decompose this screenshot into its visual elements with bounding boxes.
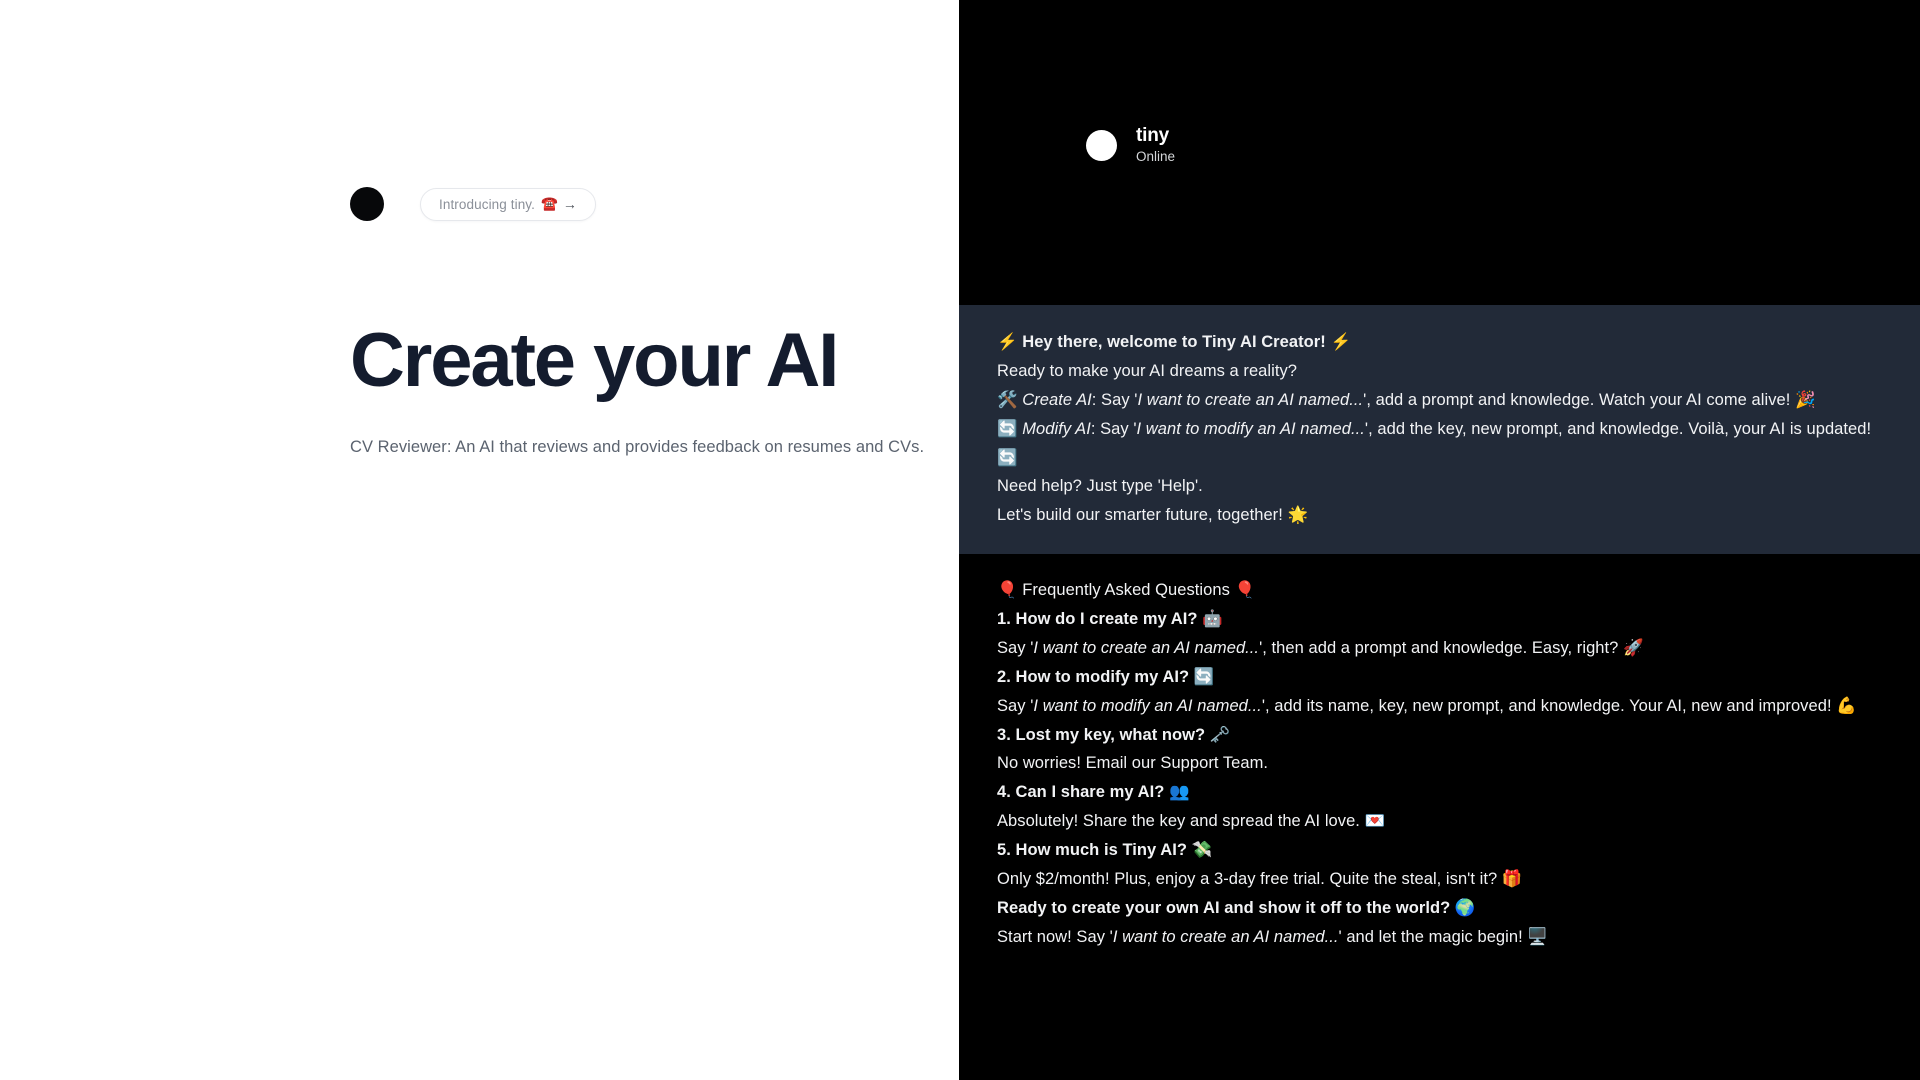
message-line: No worries! Email our Support Team.: [997, 754, 1269, 773]
chat-bot-name: tiny: [1136, 125, 1169, 146]
message-line: Need help? Just type 'Help'.: [997, 477, 1203, 496]
message-line: Ready to make your AI dreams a reality?: [997, 361, 1298, 380]
message-line: Only $2/month! Plus, enjoy a 3-day free …: [997, 869, 1523, 888]
badge-label: Introducing tiny.: [439, 196, 536, 212]
status-badge: Online: [1136, 148, 1176, 164]
chat-panel: tiny Online ⚡ Hey there, welcome to Tiny…: [959, 0, 1920, 1080]
message-line: Say 'I want to create an AI named...', t…: [997, 638, 1644, 657]
message-line: ⚡ Hey there, welcome to Tiny AI Creator!…: [997, 333, 1352, 351]
message-line: Say 'I want to modify an AI named...', a…: [997, 696, 1857, 715]
message-line: Let's build our smarter future, together…: [997, 506, 1309, 525]
chat-header: tiny Online: [959, 0, 1920, 305]
chat-identity-text: tiny Online: [1136, 125, 1175, 165]
introducing-tiny-badge[interactable]: Introducing tiny. ☎️ →: [420, 187, 596, 221]
message-faq: 🎈 Frequently Asked Questions 🎈 1. How do …: [959, 554, 1920, 952]
chat-identity: tiny Online: [1086, 125, 1175, 165]
message-line: Absolutely! Share the key and spread the…: [997, 812, 1386, 831]
hero-panel: Introducing tiny. ☎️ → Create your AI CV…: [0, 0, 959, 1080]
message-line: Ready to create your own AI and show it …: [997, 898, 1476, 917]
message-line: 5. How much is Tiny AI? 💸: [997, 841, 1213, 859]
arrow-right-icon: →: [562, 196, 577, 212]
message-line: 4. Can I share my AI? 👥: [997, 783, 1190, 802]
message-line: Start now! Say 'I want to create an AI n…: [997, 927, 1548, 946]
message-welcome: ⚡ Hey there, welcome to Tiny AI Creator!…: [959, 305, 1920, 555]
message-line: 1. How do I create my AI? 🤖: [997, 610, 1223, 628]
message-line: 🛠️ Create AI: Say 'I want to create an A…: [997, 390, 1816, 409]
message-line: 🔄 Modify AI: Say 'I want to modify an AI…: [997, 419, 1872, 467]
page-title: Create your AI: [350, 318, 839, 403]
message-welcome-body: ⚡ Hey there, welcome to Tiny AI Creator!…: [959, 328, 1920, 530]
telephone-icon: ☎️: [541, 196, 558, 212]
page-subtitle: CV Reviewer: An AI that reviews and prov…: [350, 437, 925, 456]
hero-badge-row: Introducing tiny. ☎️ →: [350, 186, 950, 222]
message-faq-body: 🎈 Frequently Asked Questions 🎈 1. How do …: [959, 576, 1920, 951]
message-line: 3. Lost my key, what now? 🗝️: [997, 725, 1231, 744]
black-circle-logo-icon: [350, 187, 384, 221]
message-line: 🎈 Frequently Asked Questions 🎈: [997, 581, 1256, 600]
hero-content: Introducing tiny. ☎️ → Create your AI CV…: [350, 186, 950, 462]
avatar: [1086, 129, 1117, 161]
message-line: 2. How to modify my AI? 🔄: [997, 667, 1215, 686]
